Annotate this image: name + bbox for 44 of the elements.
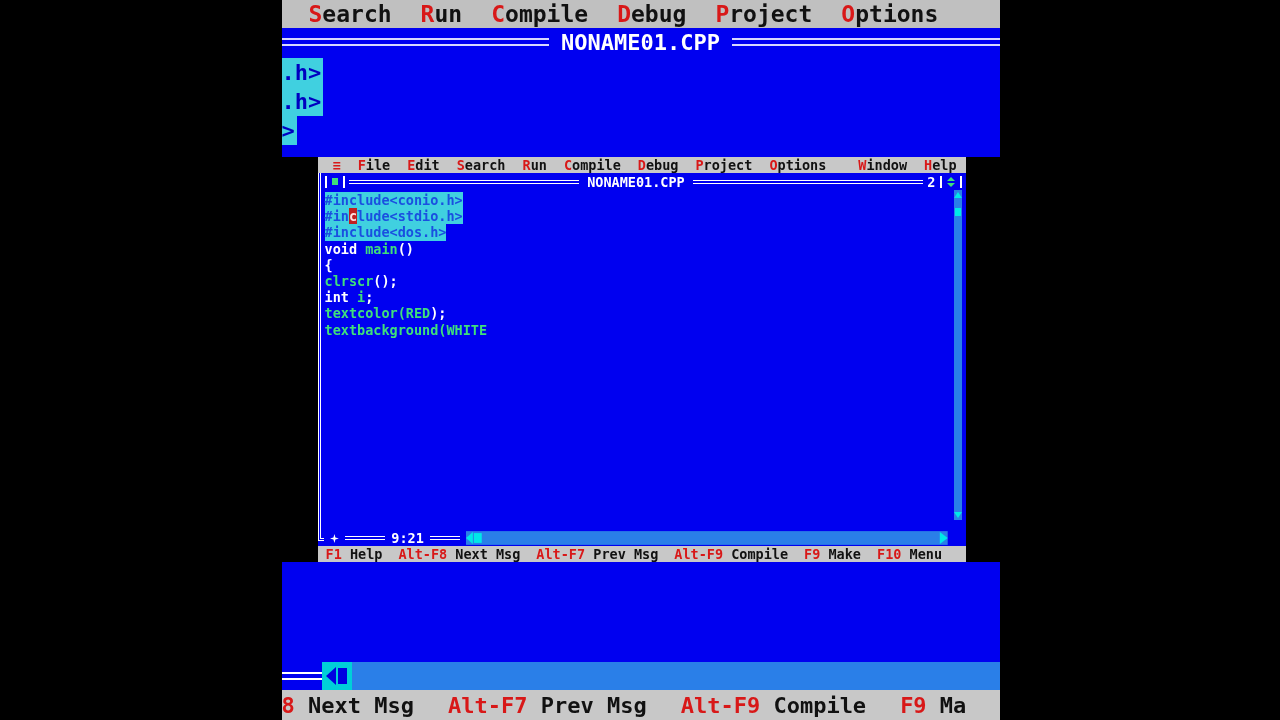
- window-number: 2: [927, 173, 936, 190]
- menu-item[interactable]: Run: [522, 157, 547, 173]
- menu-item[interactable]: Project: [715, 1, 813, 27]
- horizontal-scrollbar[interactable]: [465, 531, 948, 545]
- menu-item[interactable]: Search: [456, 157, 506, 173]
- code-line: textbackground(WHITE: [324, 321, 488, 338]
- code-line: clrscr();: [324, 272, 398, 290]
- vertical-scrollbar[interactable]: [953, 190, 962, 520]
- shortcut-hint[interactable]: F9 Ma: [900, 692, 967, 718]
- code-line: {: [324, 256, 333, 273]
- shortcut-hint[interactable]: F10 Menu: [877, 546, 943, 562]
- menu-item[interactable]: Debug: [617, 1, 687, 27]
- menu-item[interactable]: Options: [769, 157, 827, 173]
- shortcut-hint[interactable]: 8 Next Msg: [281, 692, 414, 718]
- menu-item[interactable]: Project: [695, 157, 753, 173]
- close-button[interactable]: [324, 175, 345, 188]
- menu-item[interactable]: Compile: [491, 1, 589, 27]
- window-title: NONAME01.CPP: [586, 173, 686, 190]
- menu-item[interactable]: Window: [858, 157, 908, 173]
- menu-item[interactable]: Debug: [637, 157, 679, 173]
- code-line: int i;: [324, 289, 374, 306]
- code-line: textcolor(RED);: [324, 305, 447, 322]
- horizontal-scrollbar[interactable]: [321, 662, 1000, 690]
- resize-icon[interactable]: [330, 533, 340, 543]
- zoom-button[interactable]: [939, 175, 962, 188]
- frame-line: [281, 672, 322, 680]
- up-down-arrow-icon: [946, 176, 955, 187]
- menu-item[interactable]: Run: [420, 1, 463, 27]
- window-title: NONAME01.CPP: [561, 29, 720, 55]
- menu-item[interactable]: File: [357, 157, 391, 173]
- code-line: void main(): [324, 240, 414, 257]
- menu-item[interactable]: Help: [924, 157, 957, 173]
- shortcut-hint[interactable]: F1 Help: [325, 546, 383, 562]
- shortcut-hint[interactable]: Alt-F7 Prev Msg: [536, 546, 659, 562]
- cursor-position: 9:21: [391, 530, 424, 546]
- menu-item[interactable]: Options: [841, 1, 939, 27]
- menu-item[interactable]: Search: [308, 1, 392, 27]
- shortcut-hint[interactable]: Alt-F8 Next Msg: [398, 546, 521, 562]
- shortcut-hint[interactable]: Alt-F7 Prev Msg: [447, 692, 647, 718]
- shortcut-hint[interactable]: Alt-F9 Compile: [674, 546, 789, 562]
- shortcut-hint[interactable]: F9 Make: [804, 546, 861, 562]
- shortcut-hint[interactable]: Alt-F9 Compile: [680, 692, 867, 718]
- menu-item[interactable]: Compile: [563, 157, 621, 173]
- menu-item[interactable]: Edit: [407, 157, 440, 173]
